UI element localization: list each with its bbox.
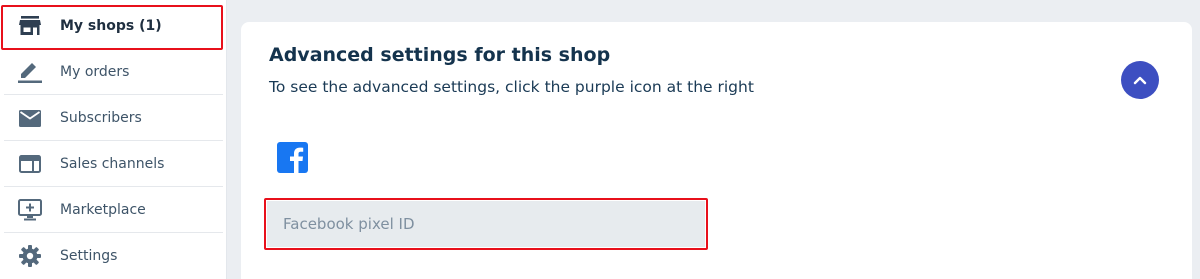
pencil-icon: [18, 60, 42, 84]
envelope-icon: [18, 106, 42, 130]
gear-icon: [18, 244, 42, 268]
facebook-pixel-id-input[interactable]: [267, 201, 705, 247]
sidebar-item-label: Marketplace: [60, 202, 146, 218]
sidebar-item-label: My shops (1): [60, 18, 162, 34]
sidebar-item-my-orders[interactable]: My orders: [0, 49, 227, 95]
advanced-settings-card: Advanced settings for this shop To see t…: [241, 22, 1192, 279]
sidebar-item-label: Subscribers: [60, 110, 142, 126]
store-icon: [18, 14, 42, 38]
card-title: Advanced settings for this shop: [269, 44, 611, 66]
monitor-plus-icon: [18, 198, 42, 222]
chevron-up-icon: [1133, 75, 1147, 85]
sidebar-item-my-shops[interactable]: My shops (1): [0, 3, 227, 50]
sidebar-item-marketplace[interactable]: Marketplace: [0, 187, 227, 233]
sidebar-item-settings[interactable]: Settings: [0, 233, 227, 279]
sidebar: My shops (1) My orders Subscribers Sales…: [0, 0, 227, 279]
sidebar-item-sales-channels[interactable]: Sales channels: [0, 141, 227, 187]
sidebar-item-label: My orders: [60, 64, 130, 80]
sidebar-item-subscribers[interactable]: Subscribers: [0, 95, 227, 141]
sidebar-item-label: Settings: [60, 248, 118, 264]
facebook-pixel-field-highlight: [264, 198, 708, 250]
card-subtitle: To see the advanced settings, click the …: [269, 78, 754, 96]
browser-window-icon: [18, 152, 42, 176]
facebook-icon: [277, 142, 308, 173]
collapse-button[interactable]: [1121, 61, 1159, 99]
sidebar-item-label: Sales channels: [60, 156, 165, 172]
